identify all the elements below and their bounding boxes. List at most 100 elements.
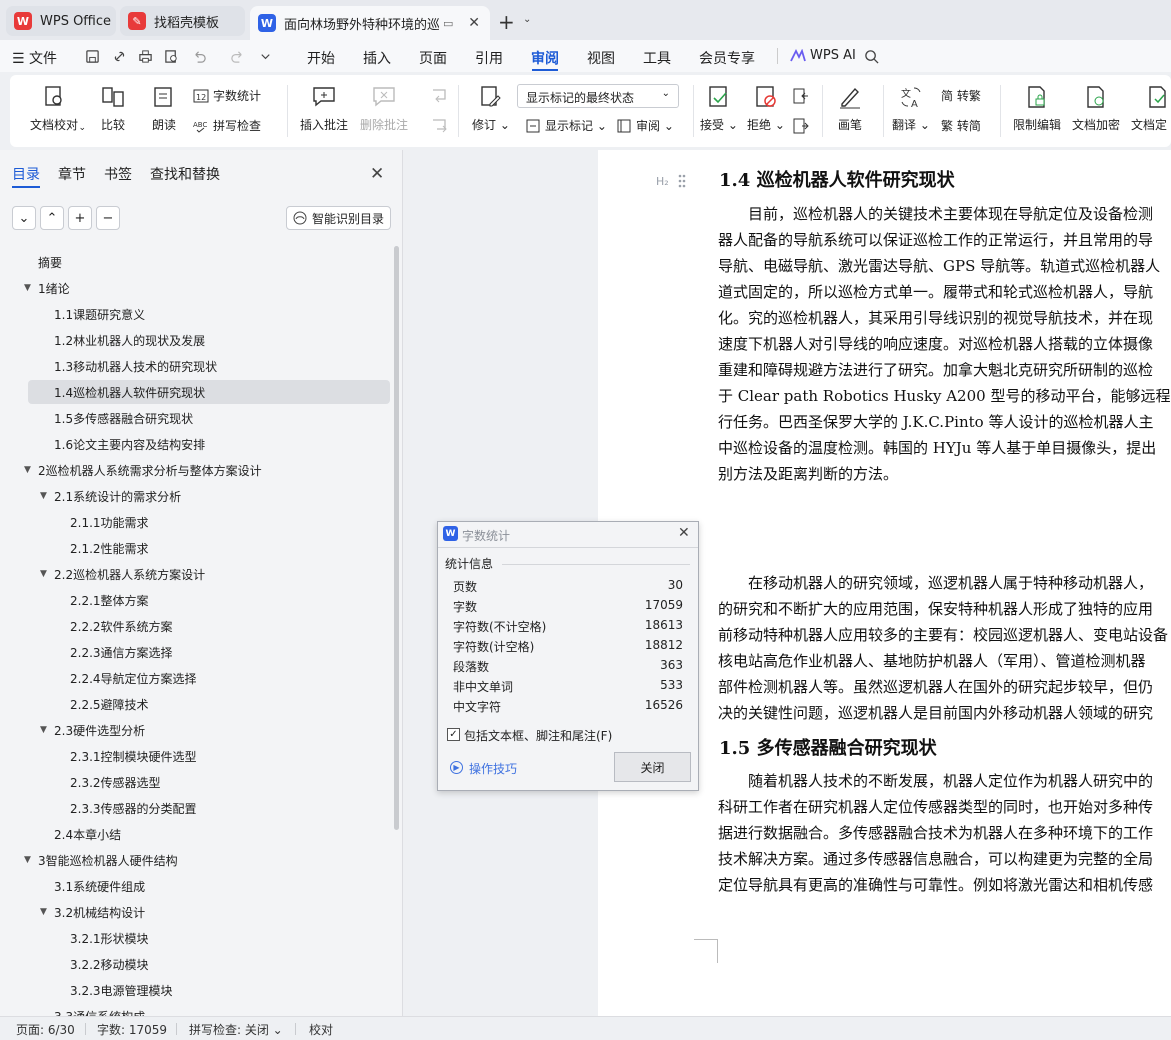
toc-item[interactable]: 1.3移动机器人技术的研究现状 (0, 354, 390, 378)
tips-link[interactable]: 操作技巧 (469, 760, 517, 777)
show-markup-button[interactable]: 显示标记 ⌄ (525, 117, 607, 134)
toc-item[interactable]: ▼ 2巡检机器人系统需求分析与整体方案设计 (0, 458, 390, 482)
close-panel-icon[interactable]: ✕ (370, 164, 384, 184)
toc-item[interactable]: 2.1.2性能需求 (0, 536, 390, 560)
print-preview-icon[interactable] (164, 49, 179, 64)
toc-item[interactable]: 1.5多传感器融合研究现状 (0, 406, 390, 430)
file-menu[interactable]: ☰ 文件 (12, 48, 57, 68)
word-count-indicator[interactable]: 字数: 17059 (97, 1021, 167, 1038)
include-textbox-checkbox[interactable]: ✓ (447, 728, 460, 741)
undo-icon[interactable] (192, 49, 207, 64)
toc-item[interactable]: 3.2.2移动模块 (0, 952, 390, 976)
toc-item[interactable]: 2.4本章小结 (0, 822, 390, 846)
toc-item[interactable]: 2.2.5避障技术 (0, 692, 390, 716)
restrict-edit-button[interactable]: 限制编辑 (1013, 84, 1061, 133)
save-icon[interactable] (85, 49, 100, 64)
menu-page[interactable]: 页面 (419, 48, 447, 68)
tab-wps-office[interactable]: W WPS Office (6, 6, 116, 36)
menu-tools[interactable]: 工具 (643, 48, 671, 68)
collapse-all-button[interactable]: ⌃ (40, 206, 64, 230)
toc-item[interactable]: 2.3.2传感器选型 (0, 770, 390, 794)
toc-item[interactable]: ▼ 3智能巡检机器人硬件结构 (0, 848, 390, 872)
proof-indicator[interactable]: 校对 (309, 1021, 333, 1038)
toc-expand-arrow-icon[interactable]: ▼ (40, 907, 47, 917)
toc-item[interactable]: 2.3.3传感器的分类配置 (0, 796, 390, 820)
toc-scrollbar[interactable] (394, 246, 399, 830)
delete-comment-button[interactable]: 删除批注 (360, 84, 408, 133)
toc-item[interactable]: 2.1.1功能需求 (0, 510, 390, 534)
menu-insert[interactable]: 插入 (363, 48, 391, 68)
toc-item[interactable]: 摘要 (0, 250, 390, 274)
toc-expand-arrow-icon[interactable]: ▼ (40, 725, 47, 735)
toc-expand-arrow-icon[interactable]: ▼ (24, 465, 31, 475)
tab-document[interactable]: W 面向林场野外特种环境的巡检 ▭ ✕ (250, 6, 490, 40)
smart-toc-button[interactable]: 智能识别目录 (286, 206, 391, 230)
word-count-button[interactable]: 12 字数统计 (193, 87, 261, 104)
previous-comment-icon[interactable] (430, 87, 448, 105)
panel-tab-toc[interactable]: 目录 (12, 164, 40, 184)
review-pane-button[interactable]: 审阅 ⌄ (616, 117, 674, 134)
toc-item[interactable]: 2.2.3通信方案选择 (0, 640, 390, 664)
spellcheck-indicator[interactable]: 拼写检查: 关闭 ⌄ (189, 1021, 283, 1038)
compare-button[interactable]: 比较 (100, 84, 126, 133)
share-icon[interactable] (112, 49, 127, 64)
remove-heading-button[interactable]: − (96, 206, 120, 230)
menu-membership[interactable]: 会员专享 (699, 48, 755, 68)
panel-tab-sections[interactable]: 章节 (58, 164, 86, 184)
close-tab-icon[interactable]: ✕ (468, 15, 480, 31)
toc-item[interactable]: 1.2林业机器人的现状及发展 (0, 328, 390, 352)
spellcheck-button[interactable]: ABC 拼写检查 (193, 117, 261, 134)
window-icon[interactable]: ▭ (443, 17, 453, 30)
tab-docer-templates[interactable]: ✎ 找稻壳模板 (120, 6, 245, 36)
toc-item[interactable]: 2.3.1控制模块硬件选型 (0, 744, 390, 768)
toc-item[interactable]: ▼ 2.1系统设计的需求分析 (0, 484, 390, 508)
encrypt-button[interactable]: 文档加密 (1072, 84, 1120, 133)
finalize-button[interactable]: 文档定 (1131, 84, 1171, 133)
toc-item[interactable]: 2.2.4导航定位方案选择 (0, 666, 390, 690)
toc-item[interactable]: ▼ 3.2机械结构设计 (0, 900, 390, 924)
to-traditional-button[interactable]: 简 转繁 (941, 87, 981, 104)
toc-item[interactable]: 1.1课题研究意义 (0, 302, 390, 326)
toc-item[interactable]: ▼ 2.2巡检机器人系统方案设计 (0, 562, 390, 586)
pen-button[interactable]: 画笔 (837, 84, 863, 133)
track-changes-button[interactable]: 修订 ⌄ (472, 84, 510, 133)
to-simplified-button[interactable]: 繁 转简 (941, 117, 981, 134)
close-button[interactable]: 关闭 (614, 752, 691, 782)
drag-handle-icon[interactable] (678, 174, 686, 188)
expand-all-button[interactable]: ⌄ (12, 206, 36, 230)
panel-tab-bookmarks[interactable]: 书签 (104, 164, 132, 184)
print-icon[interactable] (138, 49, 153, 64)
markup-state-select[interactable]: 显示标记的最终状态 ⌄ (517, 84, 679, 108)
toc-item[interactable]: 2.2.1整体方案 (0, 588, 390, 612)
menu-home[interactable]: 开始 (307, 48, 335, 68)
redo-icon[interactable] (230, 49, 245, 64)
toc-item[interactable]: 3.2.1形状模块 (0, 926, 390, 950)
next-change-icon[interactable] (791, 117, 809, 135)
panel-tab-find-replace[interactable]: 查找和替换 (150, 164, 220, 184)
insert-comment-button[interactable]: 插入批注 (300, 84, 348, 133)
previous-change-icon[interactable] (791, 87, 809, 105)
toc-item[interactable]: ▼ 1绪论 (0, 276, 390, 300)
page-indicator[interactable]: 页面: 6/30 (16, 1021, 75, 1038)
toc-item[interactable]: 3.3通信系统构成 (0, 1004, 390, 1017)
new-tab-button[interactable]: + (498, 10, 515, 34)
proofread-button[interactable]: 文档校对 ⌄ (30, 84, 86, 133)
search-icon[interactable] (864, 49, 879, 64)
menu-references[interactable]: 引用 (475, 48, 503, 68)
toc-expand-arrow-icon[interactable]: ▼ (40, 491, 47, 501)
toc-expand-arrow-icon[interactable]: ▼ (24, 855, 31, 865)
next-comment-icon[interactable] (430, 117, 448, 135)
toc-item[interactable]: ▼ 2.3硬件选型分析 (0, 718, 390, 742)
menu-review[interactable]: 审阅 (531, 48, 559, 68)
add-heading-button[interactable]: + (68, 206, 92, 230)
reject-button[interactable]: 拒绝 ⌄ (747, 84, 785, 133)
toc-item[interactable]: 1.4巡检机器人软件研究现状 (28, 380, 390, 404)
toc-expand-arrow-icon[interactable]: ▼ (24, 283, 31, 293)
read-aloud-button[interactable]: 朗读 (151, 84, 177, 133)
wps-ai-button[interactable]: WPS AI (790, 48, 856, 63)
accept-button[interactable]: 接受 ⌄ (700, 84, 738, 133)
toc-item[interactable]: 3.2.3电源管理模块 (0, 978, 390, 1002)
tab-list-chevron-icon[interactable]: ⌄ (523, 14, 531, 25)
translate-button[interactable]: 文A 翻译 ⌄ (892, 84, 930, 133)
toc-expand-arrow-icon[interactable]: ▼ (40, 569, 47, 579)
